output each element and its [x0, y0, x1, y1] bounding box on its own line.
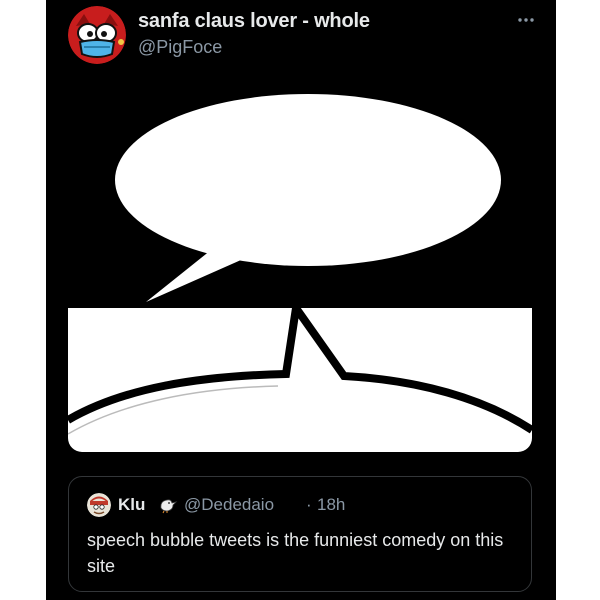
author-handle[interactable]: @PigFoce — [138, 37, 222, 58]
more-dots-icon — [518, 18, 534, 22]
quote-author-display-name[interactable]: Klu — [118, 495, 145, 515]
quote-timestamp[interactable]: 18h — [317, 495, 345, 515]
screenshot-canvas: sanfa claus lover - whole @PigFoce Klu @… — [0, 0, 600, 600]
quote-author-avatar[interactable] — [87, 493, 111, 517]
tweet-card: sanfa claus lover - whole @PigFoce Klu @… — [46, 0, 556, 600]
more-options-button[interactable] — [512, 6, 540, 26]
tweet-media-image[interactable] — [68, 76, 532, 452]
speech-bubble-image — [68, 76, 532, 452]
quote-tweet[interactable]: Klu @Dededaio · 18h speech bubble tweets… — [68, 476, 532, 592]
quote-separator: · — [306, 495, 312, 514]
cartoon-avatar-icon — [87, 493, 111, 517]
author-avatar[interactable] — [68, 6, 126, 64]
red-cartoon-face-avatar-icon — [68, 6, 126, 64]
quote-tweet-text: speech bubble tweets is the funniest com… — [87, 530, 504, 576]
quote-author-handle[interactable]: @Dededaio — [184, 495, 274, 515]
bird-emoji-icon — [158, 496, 178, 514]
author-display-name[interactable]: sanfa claus lover - whole — [138, 10, 370, 33]
